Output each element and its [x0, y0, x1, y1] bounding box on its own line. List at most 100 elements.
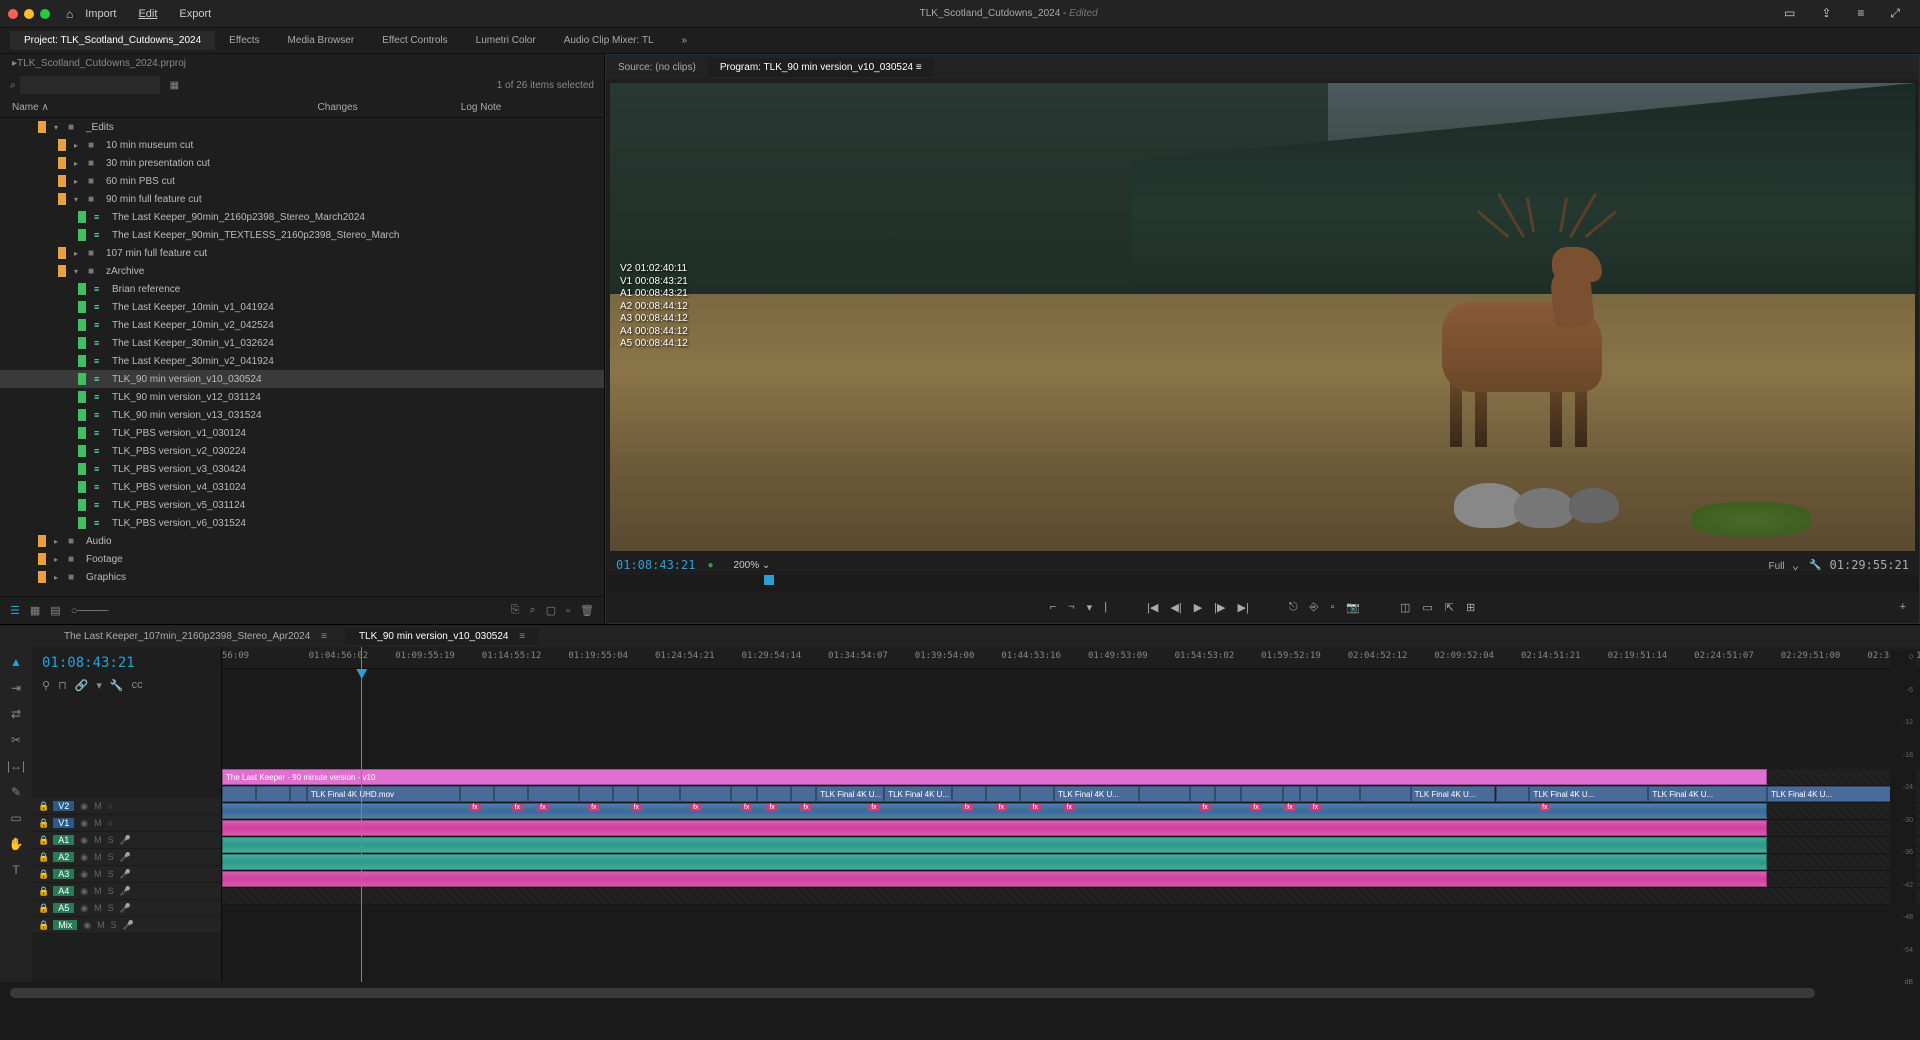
edit-menu[interactable]: Edit — [138, 8, 157, 20]
sequence-row[interactable]: TLK_90 min version_v12_031124 — [0, 388, 604, 406]
panel-tab[interactable]: Effect Controls — [368, 31, 461, 50]
timeline-tracks[interactable]: 56:0901:04:56:0201:09:55:1901:14:55:1201… — [222, 647, 1920, 982]
twisty-icon[interactable]: ▸ — [54, 573, 64, 582]
track-a3[interactable] — [222, 837, 1920, 854]
extract-icon[interactable]: ⎆ — [1310, 601, 1319, 614]
home-icon[interactable]: ⌂ — [66, 7, 73, 21]
program-tab[interactable]: Program: TLK_90 min version_v10_030524 ≡ — [708, 58, 934, 77]
bin-row[interactable]: ▸Graphics — [0, 568, 604, 586]
track-select-tool-icon[interactable]: ⇥ — [11, 681, 21, 695]
bin-row[interactable]: ▸Footage — [0, 550, 604, 568]
nest-icon[interactable]: ⚲ — [42, 679, 50, 692]
video-clip[interactable] — [613, 786, 638, 802]
time-ruler[interactable]: 56:0901:04:56:0201:09:55:1901:14:55:1201… — [222, 647, 1920, 669]
video-clip[interactable] — [256, 786, 290, 802]
bin-row[interactable]: ▸10 min museum cut — [0, 136, 604, 154]
video-clip[interactable] — [1241, 786, 1283, 802]
fx-badge-icon[interactable]: fx — [766, 804, 777, 811]
program-timecode[interactable]: 01:08:43:21 — [616, 558, 695, 572]
video-clip[interactable] — [986, 786, 1020, 802]
sequence-row[interactable]: The Last Keeper_90min_2160p2398_Stereo_M… — [0, 208, 604, 226]
solo-icon[interactable]: S — [108, 852, 114, 862]
voiceover-icon[interactable]: 🎤 — [120, 852, 131, 863]
bin-row[interactable]: ▸30 min presentation cut — [0, 154, 604, 172]
video-clip[interactable] — [528, 786, 579, 802]
video-clip[interactable] — [494, 786, 528, 802]
twisty-icon[interactable]: ▾ — [54, 123, 64, 132]
video-clip[interactable]: TLK Final 4K U... — [1054, 786, 1139, 802]
video-clip[interactable] — [579, 786, 613, 802]
list-view-icon[interactable]: ☰ — [10, 604, 20, 617]
twisty-icon[interactable]: ▾ — [74, 267, 84, 276]
video-clip[interactable] — [952, 786, 986, 802]
fx-badge-icon[interactable]: fx — [1310, 804, 1321, 811]
video-clip[interactable] — [1317, 786, 1359, 802]
track-label[interactable]: A3 — [53, 869, 74, 879]
twisty-icon[interactable]: ▸ — [74, 249, 84, 258]
track-header-mix[interactable]: 🔒Mix◉MS🎤 — [32, 917, 221, 934]
fx-badge-icon[interactable]: fx — [1250, 804, 1261, 811]
ripple-tool-icon[interactable]: ⇄ — [11, 707, 21, 721]
video-clip[interactable]: TLK Final 4K UHD.mov — [307, 786, 460, 802]
playhead[interactable] — [361, 647, 362, 982]
solo-icon[interactable]: S — [108, 835, 114, 845]
panel-tab[interactable]: Effects — [215, 31, 273, 50]
step-back-icon[interactable]: ◀| — [1170, 601, 1181, 614]
safe-margins-icon[interactable]: ▭ — [1422, 601, 1432, 614]
video-clip[interactable] — [791, 786, 816, 802]
find-icon[interactable]: ⌕ — [530, 604, 536, 617]
video-clip[interactable] — [1496, 786, 1530, 802]
fx-badge-icon[interactable]: fx — [1199, 804, 1210, 811]
comparison-icon[interactable]: ◫ — [1400, 601, 1410, 614]
step-forward-icon[interactable]: |▶ — [1214, 601, 1225, 614]
export-menu[interactable]: Export — [179, 8, 211, 20]
sequence-timecode[interactable]: 01:08:43:21 — [32, 647, 221, 679]
video-clip[interactable] — [290, 786, 307, 802]
video-clip[interactable] — [222, 786, 256, 802]
fx-badge-icon[interactable]: fx — [631, 804, 642, 811]
mac-window-controls[interactable] — [8, 9, 50, 19]
sequence-row[interactable]: The Last Keeper_10min_v2_042524 — [0, 316, 604, 334]
selection-tool-icon[interactable]: ▲ — [10, 655, 22, 669]
bin-row[interactable]: ▾zArchive — [0, 262, 604, 280]
video-clip[interactable] — [1360, 786, 1411, 802]
panel-tab[interactable]: Project: TLK_Scotland_Cutdowns_2024 — [10, 31, 215, 50]
new-bin-icon[interactable]: ▢ — [546, 604, 556, 617]
sync-lock-icon[interactable]: ○ — [108, 818, 113, 828]
sequence-row[interactable]: The Last Keeper_10min_v1_041924 — [0, 298, 604, 316]
track-header-a2[interactable]: 🔒A2◉MS🎤 — [32, 849, 221, 866]
col-lognote[interactable]: Log Note — [461, 102, 604, 113]
col-name[interactable]: Name ∧ — [12, 102, 318, 113]
share-icon[interactable]: ⇪ — [1821, 6, 1831, 21]
clip-a4[interactable] — [222, 854, 1767, 870]
toggle-output-icon[interactable]: ◉ — [80, 869, 88, 880]
track-label[interactable]: V1 — [53, 818, 74, 828]
button-editor-icon[interactable]: ⊞ — [1466, 601, 1475, 614]
track-label[interactable]: A1 — [53, 835, 74, 845]
auto-sequence-icon[interactable]: ⎘ — [511, 604, 520, 617]
sequence-row[interactable]: TLK_90 min version_v10_030524 — [0, 370, 604, 388]
sequence-tab[interactable]: TLK_90 min version_v10_030524 ≡ — [345, 628, 539, 645]
mark-in-icon[interactable]: ⌐ — [1050, 601, 1056, 613]
fullscreen-icon[interactable]: ⤢ — [1890, 6, 1900, 21]
pen-tool-icon[interactable]: ✎ — [11, 785, 21, 799]
fx-badge-icon[interactable]: fx — [741, 804, 752, 811]
fx-badge-icon[interactable]: fx — [868, 804, 879, 811]
bin-row[interactable]: ▸Audio — [0, 532, 604, 550]
bin-row[interactable]: ▸60 min PBS cut — [0, 172, 604, 190]
clip-v2[interactable]: The Last Keeper - 90 minute version - v1… — [222, 769, 1767, 785]
lock-icon[interactable]: 🔒 — [38, 903, 49, 914]
track-a4[interactable] — [222, 854, 1920, 871]
sequence-row[interactable]: The Last Keeper_90min_TEXTLESS_2160p2398… — [0, 226, 604, 244]
video-clip[interactable] — [1020, 786, 1054, 802]
track-header-v1[interactable]: 🔒V1◉M○ — [32, 815, 221, 832]
track-a2[interactable] — [222, 820, 1920, 837]
lock-icon[interactable]: 🔒 — [38, 886, 49, 897]
settings-wrench-icon[interactable]: 🔧 — [110, 679, 124, 692]
freeform-view-icon[interactable]: ▤ — [50, 604, 60, 617]
trash-icon[interactable]: 🗑 — [580, 604, 594, 617]
mark-out-icon[interactable]: ¬ — [1068, 601, 1074, 613]
bin-row[interactable]: ▾_Edits — [0, 118, 604, 136]
clip-a3[interactable] — [222, 837, 1767, 853]
track-a5[interactable] — [222, 871, 1920, 888]
